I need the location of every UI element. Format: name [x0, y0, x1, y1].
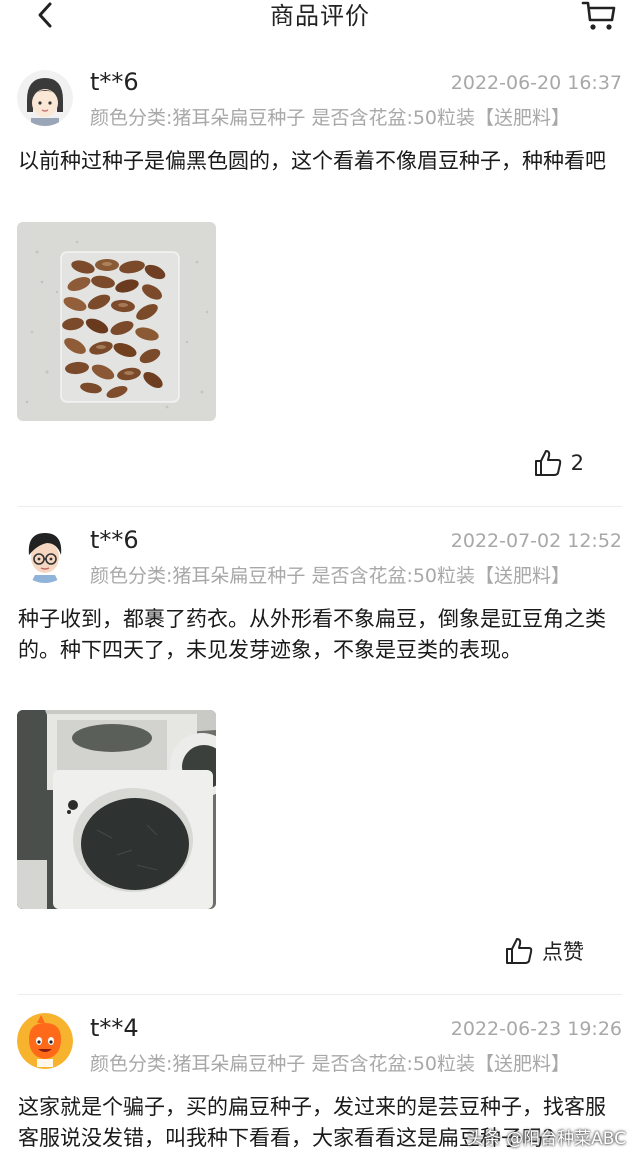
username: t**6 [90, 526, 139, 554]
avatar[interactable] [17, 1013, 73, 1069]
review-timestamp: 2022-06-20 16:37 [450, 72, 622, 94]
review-timestamp: 2022-07-02 12:52 [450, 530, 622, 552]
header-bar: 商品评价 [0, 0, 640, 40]
username: t**6 [90, 68, 139, 96]
review-photo[interactable] [17, 222, 216, 421]
like-count: 2 [570, 451, 584, 475]
thumbs-up-icon [506, 938, 533, 964]
avatar[interactable] [17, 70, 73, 126]
avatar[interactable] [17, 527, 73, 583]
product-variant: 颜色分类:猪耳朵扁豆种子 是否含花盆:50粒装【送肥料】 [90, 565, 571, 587]
watermark: 头条 @阳台种菜ABC [466, 1129, 626, 1149]
thumbs-up-icon [534, 450, 561, 476]
product-variant: 颜色分类:猪耳朵扁豆种子 是否含花盆:50粒装【送肥料】 [90, 1053, 571, 1075]
page-title: 商品评价 [270, 2, 370, 30]
seed-pot-image [17, 710, 216, 909]
user-avatar-icon [17, 527, 73, 583]
seed-packet-image [17, 222, 216, 421]
cart-button[interactable] [578, 0, 618, 34]
like-button[interactable]: 2 [533, 446, 584, 480]
review-text: 以前种过种子是偏黑色圆的，这个看着不像眉豆种子，种种看吧 [18, 149, 606, 173]
shopping-cart-icon [581, 1, 616, 30]
like-label: 点赞 [542, 940, 584, 964]
product-variant: 颜色分类:猪耳朵扁豆种子 是否含花盆:50粒装【送肥料】 [90, 107, 571, 129]
divider [18, 506, 622, 507]
username: t**4 [90, 1014, 139, 1042]
review-text: 种子收到，都裹了药衣。从外形看不象扁豆，倒象是豇豆角之类的。种下四天了，未见发芽… [18, 607, 606, 662]
like-button[interactable]: 点赞 [504, 934, 584, 968]
divider [18, 994, 622, 995]
review-photo[interactable] [17, 710, 216, 909]
user-avatar-icon [17, 70, 73, 126]
review-timestamp: 2022-06-23 19:26 [450, 1018, 622, 1040]
user-avatar-icon [17, 1013, 73, 1069]
